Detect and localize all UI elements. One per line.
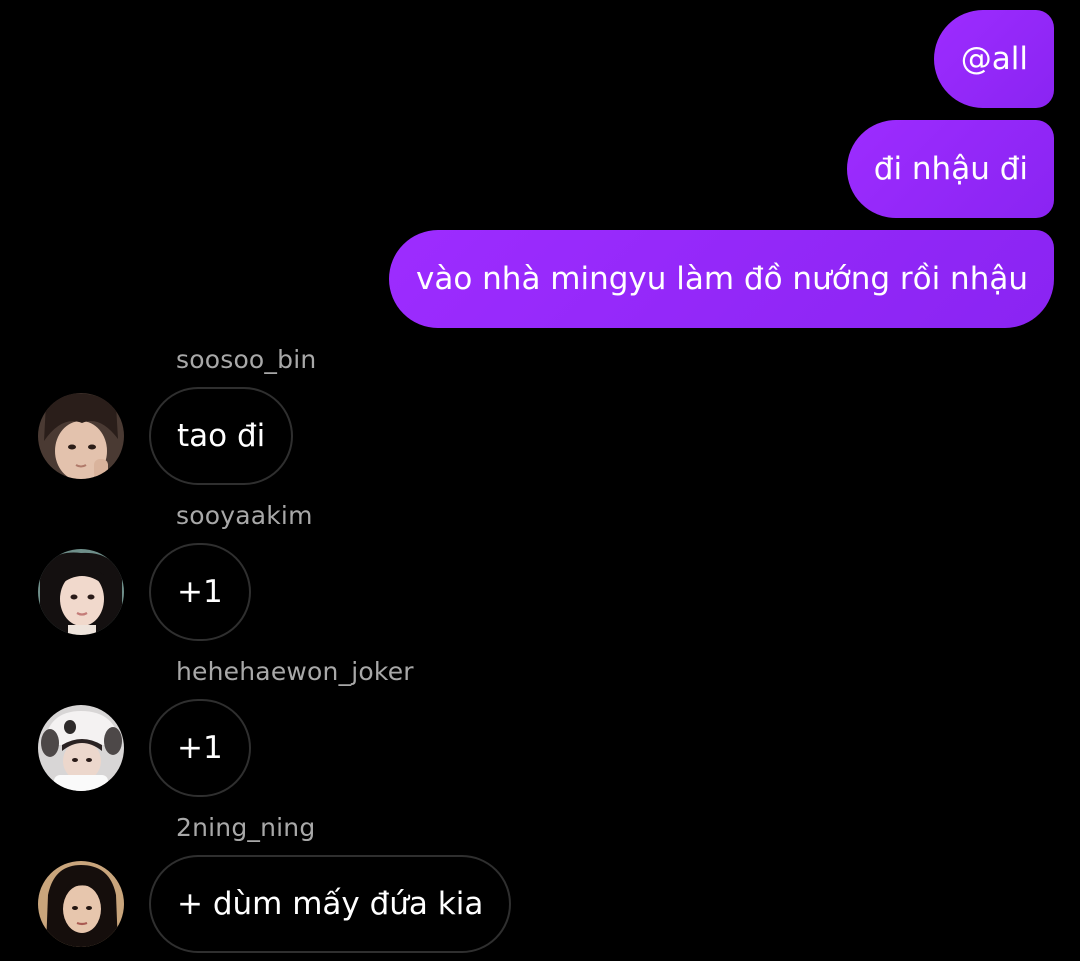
avatar[interactable]	[38, 393, 124, 479]
avatar-photo	[38, 705, 124, 791]
outgoing-message[interactable]: @all	[933, 10, 1054, 108]
incoming-message[interactable]: +1	[38, 699, 251, 797]
avatar-photo	[38, 861, 124, 947]
message-bubble-received[interactable]: + dùm mấy đứa kia	[149, 855, 512, 953]
outgoing-message[interactable]: đi nhậu đi	[846, 120, 1054, 218]
message-bubble-sent[interactable]: @all	[933, 10, 1054, 108]
sender-name[interactable]: soosoo_bin	[176, 345, 316, 374]
avatar-photo	[38, 393, 124, 479]
message-bubble-received[interactable]: tao đi	[149, 387, 294, 485]
outgoing-message[interactable]: vào nhà mingyu làm đồ nướng rồi nhậu	[388, 230, 1054, 328]
avatar[interactable]	[38, 549, 124, 635]
incoming-message[interactable]: + dùm mấy đứa kia	[38, 855, 512, 953]
message-bubble-received[interactable]: +1	[149, 699, 251, 797]
sender-name[interactable]: 2ning_ning	[176, 813, 315, 842]
message-bubble-received[interactable]: +1	[149, 543, 251, 641]
incoming-message[interactable]: +1	[38, 543, 251, 641]
sender-name[interactable]: hehehaewon_joker	[176, 657, 414, 686]
message-thread: @all đi nhậu đi vào nhà mingyu làm đồ nư…	[0, 0, 1080, 961]
incoming-message[interactable]: tao đi	[38, 387, 294, 485]
message-bubble-sent[interactable]: đi nhậu đi	[846, 120, 1054, 218]
sender-name[interactable]: sooyaakim	[176, 501, 313, 530]
message-bubble-sent[interactable]: vào nhà mingyu làm đồ nướng rồi nhậu	[388, 230, 1054, 328]
avatar[interactable]	[38, 705, 124, 791]
avatar[interactable]	[38, 861, 124, 947]
avatar-photo	[38, 549, 124, 635]
